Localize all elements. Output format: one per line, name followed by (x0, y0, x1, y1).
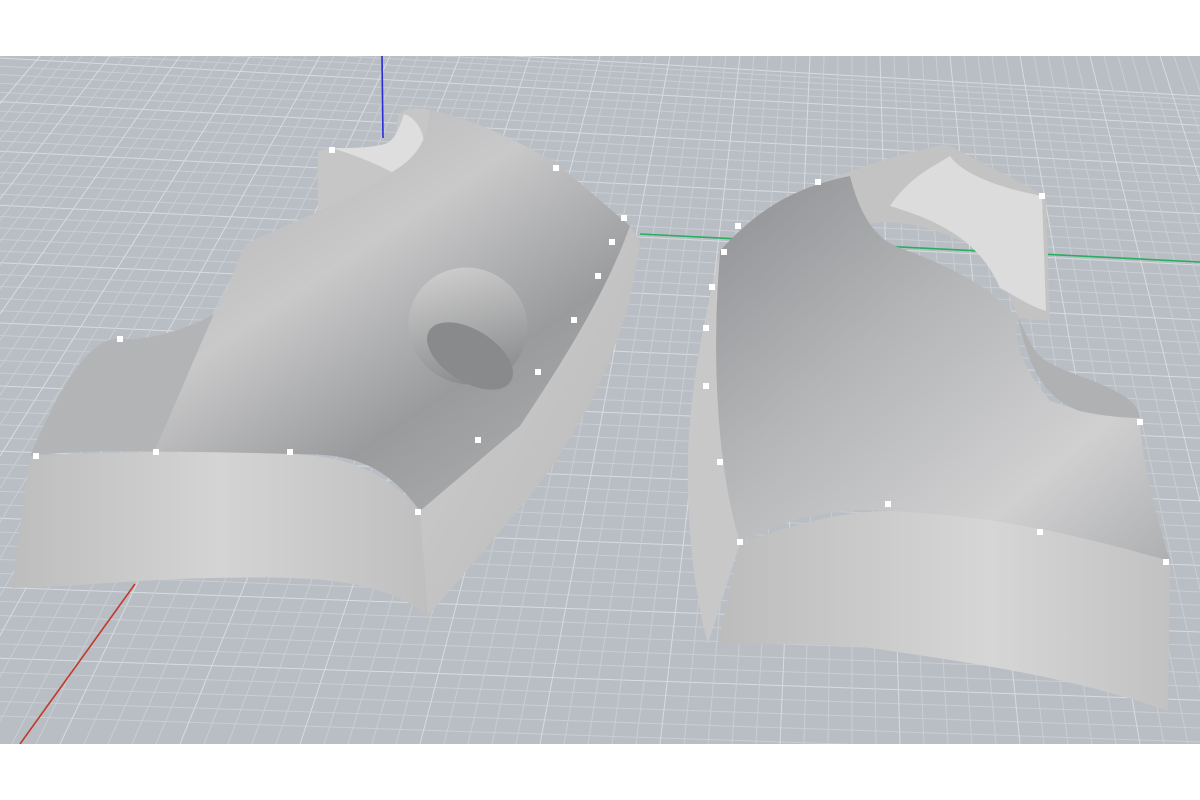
grid-line (0, 57, 1200, 126)
control-point[interactable] (571, 317, 577, 323)
control-point[interactable] (329, 147, 335, 153)
control-point[interactable] (33, 453, 39, 459)
control-point[interactable] (703, 325, 709, 331)
3d-perspective-viewport[interactable] (0, 56, 1200, 744)
control-point[interactable] (721, 249, 727, 255)
control-point[interactable] (621, 215, 627, 221)
control-point[interactable] (703, 383, 709, 389)
right-top-surface (716, 176, 1170, 561)
control-point[interactable] (553, 165, 559, 171)
control-point[interactable] (709, 284, 715, 290)
control-point[interactable] (815, 179, 821, 185)
control-point[interactable] (595, 273, 601, 279)
control-point[interactable] (717, 459, 723, 465)
grid-line (0, 91, 1200, 159)
control-point[interactable] (885, 501, 891, 507)
control-point[interactable] (737, 539, 743, 545)
control-point[interactable] (475, 437, 481, 443)
control-point[interactable] (735, 223, 741, 229)
grid-line (0, 82, 1200, 150)
viewport-canvas[interactable] (0, 56, 1200, 744)
control-point[interactable] (609, 239, 615, 245)
control-point[interactable] (1137, 419, 1143, 425)
control-point[interactable] (1037, 529, 1043, 535)
control-point[interactable] (535, 369, 541, 375)
control-point[interactable] (287, 449, 293, 455)
z-axis-line (381, 56, 384, 139)
control-point[interactable] (415, 509, 421, 515)
control-point[interactable] (1163, 559, 1169, 565)
control-point[interactable] (153, 449, 159, 455)
control-point[interactable] (1039, 193, 1045, 199)
control-point[interactable] (117, 336, 123, 342)
